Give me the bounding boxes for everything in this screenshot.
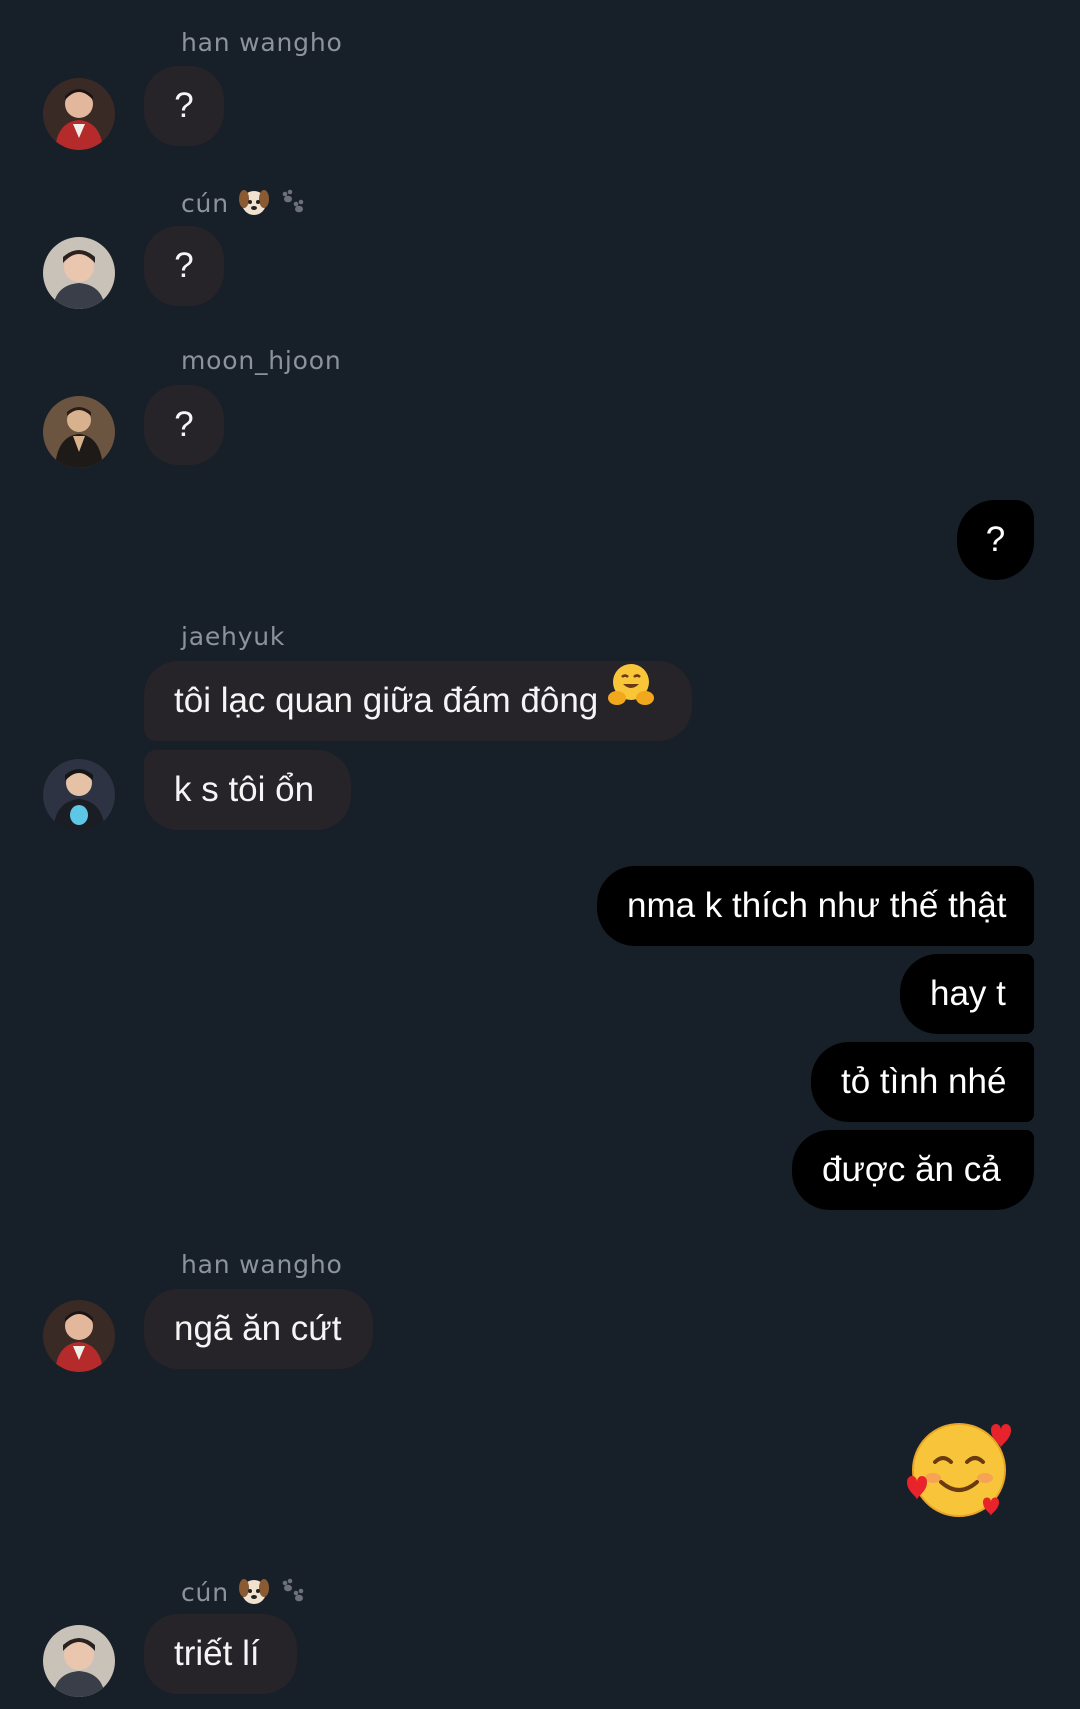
message-bubble[interactable]: ?	[144, 66, 224, 146]
sender-name: jaehyuk	[181, 622, 286, 651]
message-bubble[interactable]: tôi lạc quan giữa đám đông	[144, 661, 692, 741]
avatar[interactable]	[43, 1300, 115, 1372]
sender-name-text: cún	[181, 189, 229, 218]
paw-prints-icon	[278, 1577, 308, 1611]
avatar[interactable]	[43, 759, 115, 831]
message-bubble[interactable]: triết lí	[144, 1614, 297, 1694]
sender-name: moon_hjoon	[181, 346, 342, 375]
sender-name: han wangho	[181, 28, 343, 57]
avatar[interactable]	[43, 1625, 115, 1697]
smiling-face-with-hearts-icon[interactable]	[905, 1418, 1013, 1527]
outgoing-message-bubble[interactable]: được ăn cả	[792, 1130, 1034, 1210]
dog-face-icon	[238, 187, 270, 223]
outgoing-message-bubble[interactable]: nma k thích như thế thật	[597, 866, 1034, 946]
hugging-face-icon	[606, 659, 656, 739]
message-bubble[interactable]: ngã ăn cứt	[144, 1289, 373, 1369]
sender-name: cún	[181, 187, 308, 223]
paw-prints-icon	[278, 188, 308, 222]
outgoing-message-bubble[interactable]: hay t	[900, 954, 1034, 1034]
avatar[interactable]	[43, 237, 115, 309]
message-bubble[interactable]: k s tôi ổn	[144, 750, 351, 830]
dog-face-icon	[238, 1576, 270, 1612]
chat-thread: han wangho ? cún ? moon_hjoon ? ? jaehyu…	[0, 0, 1080, 1709]
avatar[interactable]	[43, 78, 115, 150]
sender-name: cún	[181, 1576, 308, 1612]
message-text: tôi lạc quan giữa đám đông	[174, 681, 599, 720]
outgoing-message-bubble[interactable]: ?	[957, 500, 1034, 580]
message-bubble[interactable]: ?	[144, 385, 224, 465]
avatar[interactable]	[43, 396, 115, 468]
sender-name: han wangho	[181, 1250, 343, 1279]
outgoing-message-bubble[interactable]: tỏ tình nhé	[811, 1042, 1034, 1122]
message-bubble[interactable]: ?	[144, 226, 224, 306]
sender-name-text: cún	[181, 1578, 229, 1607]
